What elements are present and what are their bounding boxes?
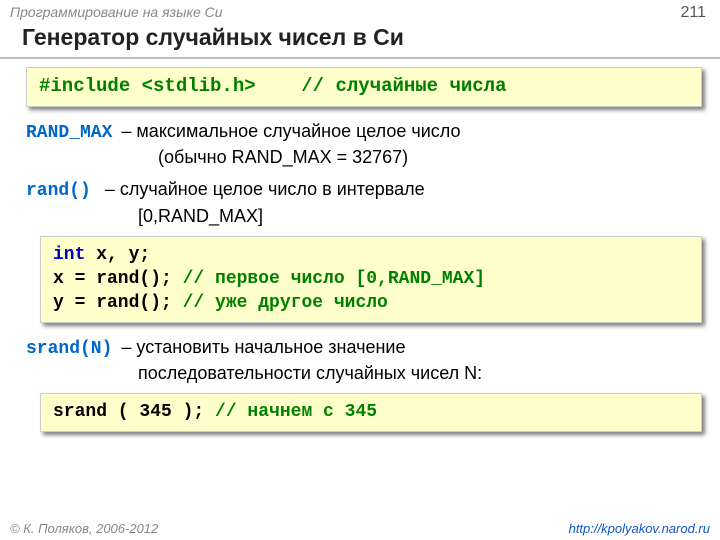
include-directive: #include <stdlib.h>	[39, 75, 256, 97]
footer-link[interactable]: http://kpolyakov.narod.ru	[569, 521, 710, 536]
comment-x: // первое число [0,RAND_MAX]	[183, 269, 485, 289]
title-rule	[0, 57, 720, 59]
rand-para: rand() – случайное целое число в интерва…	[26, 177, 702, 228]
srand-sub: последовательности случайных чисел N:	[26, 361, 702, 385]
randmax-sub: (обычно RAND_MAX = 32767)	[26, 145, 702, 169]
rand-name: rand()	[26, 181, 91, 201]
include-comment: // случайные числа	[301, 75, 506, 97]
srand-name: srand(N)	[26, 339, 112, 359]
decl-xy: x, y;	[85, 245, 150, 265]
code-include: #include <stdlib.h> // случайные числа	[26, 67, 702, 107]
srand-comment: // начнем с 345	[215, 402, 377, 422]
header: Программирование на языке Си 211	[0, 0, 720, 22]
srand-call: srand ( 345 );	[53, 402, 215, 422]
rand-desc: – случайное целое число в интервале	[100, 179, 425, 199]
srand-para: srand(N) – установить начальное значение…	[26, 335, 702, 386]
rand-sub: [0,RAND_MAX]	[26, 204, 702, 228]
kw-int: int	[53, 245, 85, 265]
copyright: © К. Поляков, 2006-2012	[10, 521, 158, 536]
assign-y: y = rand();	[53, 293, 183, 313]
randmax-desc: – максимальное случайное целое число	[116, 121, 460, 141]
randmax-name: RAND_MAX	[26, 123, 112, 143]
page-number: 211	[680, 4, 706, 22]
code-srand: srand ( 345 ); // начнем с 345	[40, 393, 702, 431]
page-title: Генератор случайных чисел в Си	[0, 22, 720, 57]
code-rand-xy: int x, y; x = rand(); // первое число [0…	[40, 236, 702, 323]
assign-x: x = rand();	[53, 269, 183, 289]
course-name: Программирование на языке Си	[10, 4, 223, 22]
footer: © К. Поляков, 2006-2012 http://kpolyakov…	[10, 521, 710, 536]
srand-desc: – установить начальное значение	[116, 337, 405, 357]
content: #include <stdlib.h> // случайные числа R…	[0, 67, 720, 432]
slide: Программирование на языке Си 211 Генерат…	[0, 0, 720, 540]
comment-y: // уже другое число	[183, 293, 388, 313]
randmax-para: RAND_MAX – максимальное случайное целое …	[26, 119, 702, 170]
